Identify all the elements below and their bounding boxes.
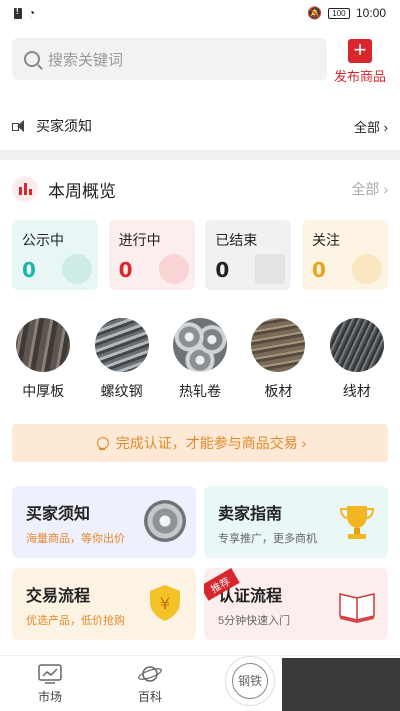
stat-label: 进行中: [118, 232, 161, 248]
book-icon: [336, 582, 378, 624]
category-label: 线材: [342, 383, 371, 399]
wifi-icon: ◔: [28, 6, 36, 20]
steel-plate-image: [16, 318, 71, 372]
battery-icon: 100: [327, 7, 350, 19]
rebar-image: [94, 318, 149, 372]
sheet-image: [251, 318, 306, 372]
stat-label: 公示中: [22, 232, 64, 248]
notice-more-link[interactable]: 全部 ›: [354, 117, 388, 136]
steel-coil-icon: [144, 500, 186, 542]
notice-label: 买家须知: [36, 118, 92, 134]
tile-trade-process[interactable]: 交易流程 优选产品，低价抢购 ¥: [12, 568, 196, 640]
week-overview-header: 本周概览 全部 ›: [12, 174, 388, 204]
shield-yen-icon: ¥: [144, 582, 186, 624]
status-bar: ◔ 🔕 100 10:00: [0, 0, 400, 26]
tile-certification-process[interactable]: 推荐 认证流程 5分钟快速入门: [204, 568, 388, 640]
stat-card-ended[interactable]: 已结束 0: [205, 220, 292, 290]
trophy-icon: [336, 500, 378, 542]
stat-card-public[interactable]: 公示中 0: [12, 220, 98, 290]
banner-text: 完成认证，才能参与商品交易 ›: [115, 435, 307, 451]
monitor-chart-icon: [37, 663, 63, 685]
category-label: 螺纹钢: [100, 383, 143, 399]
steel-logo-button: 钢铁: [225, 655, 275, 706]
nav-center-steel[interactable]: 钢铁: [215, 655, 285, 706]
mute-icon: 🔕: [307, 6, 322, 20]
category-label: 板材: [264, 383, 293, 399]
stat-card-follow[interactable]: 关注 0: [301, 220, 388, 290]
wire-rod-image: [329, 318, 384, 372]
bag-icon: [62, 254, 92, 284]
publish-label: 发布商品: [333, 69, 386, 84]
search-placeholder: 搜索关键词: [48, 51, 124, 69]
search-icon: [24, 51, 40, 67]
week-title: 本周概览: [48, 181, 116, 201]
notice-row[interactable]: 买家须知 全部 ›: [12, 112, 388, 140]
lightbulb-icon: [94, 435, 110, 451]
star-icon: [351, 254, 382, 284]
stat-card-ongoing[interactable]: 进行中 0: [108, 220, 195, 290]
tile-seller-guide[interactable]: 卖家指南 专享推广，更多商机: [204, 486, 388, 558]
sim-alert-icon: [14, 7, 22, 19]
tile-buyer-notice[interactable]: 买家须知 海量商品，等你出价: [12, 486, 196, 558]
category-label: 中厚板: [22, 383, 65, 399]
nav-market[interactable]: 市场: [15, 663, 85, 705]
clock-icon: [158, 254, 189, 284]
nav-label: 百科: [137, 689, 162, 704]
speaker-icon: [12, 119, 28, 133]
nav-encyclopedia[interactable]: 百科: [115, 663, 185, 705]
category-wire-rod[interactable]: 线材: [321, 318, 393, 401]
clock: 10:00: [355, 6, 386, 20]
dark-overlay: [282, 658, 400, 711]
finished-icon: [255, 254, 286, 284]
stat-label: 关注: [311, 232, 340, 248]
category-row: 中厚板 螺纹钢 热轧卷 板材 线材: [0, 318, 400, 401]
nav-label: 市场: [37, 689, 62, 704]
bar-chart-icon: [12, 176, 38, 202]
stat-label: 已结束: [215, 232, 258, 248]
category-steel-plate[interactable]: 中厚板: [7, 318, 79, 401]
category-sheet[interactable]: 板材: [242, 318, 314, 401]
week-more-link[interactable]: 全部 ›: [351, 179, 388, 199]
hot-rolled-coil-image: [172, 318, 227, 372]
certification-banner[interactable]: 完成认证，才能参与商品交易 ›: [12, 424, 388, 462]
publish-product-button[interactable]: + 发布商品: [332, 39, 388, 85]
stats-row: 公示中 0 进行中 0 已结束 0 关注 0: [12, 220, 388, 290]
battery-indicator: 100: [327, 7, 350, 19]
search-input[interactable]: 搜索关键词: [12, 38, 327, 80]
guide-tiles: 买家须知 海量商品，等你出价 卖家指南 专享推广，更多商机 交易流程 优选产品，…: [12, 486, 388, 640]
category-label: 热轧卷: [178, 383, 221, 399]
category-rebar[interactable]: 螺纹钢: [86, 318, 158, 401]
section-divider: [0, 150, 400, 160]
category-hot-rolled-coil[interactable]: 热轧卷: [164, 318, 236, 401]
svg-text:¥: ¥: [160, 594, 170, 613]
plus-icon: +: [348, 39, 372, 63]
nav-center-label: 钢铁: [232, 662, 268, 699]
planet-icon: [137, 663, 163, 685]
